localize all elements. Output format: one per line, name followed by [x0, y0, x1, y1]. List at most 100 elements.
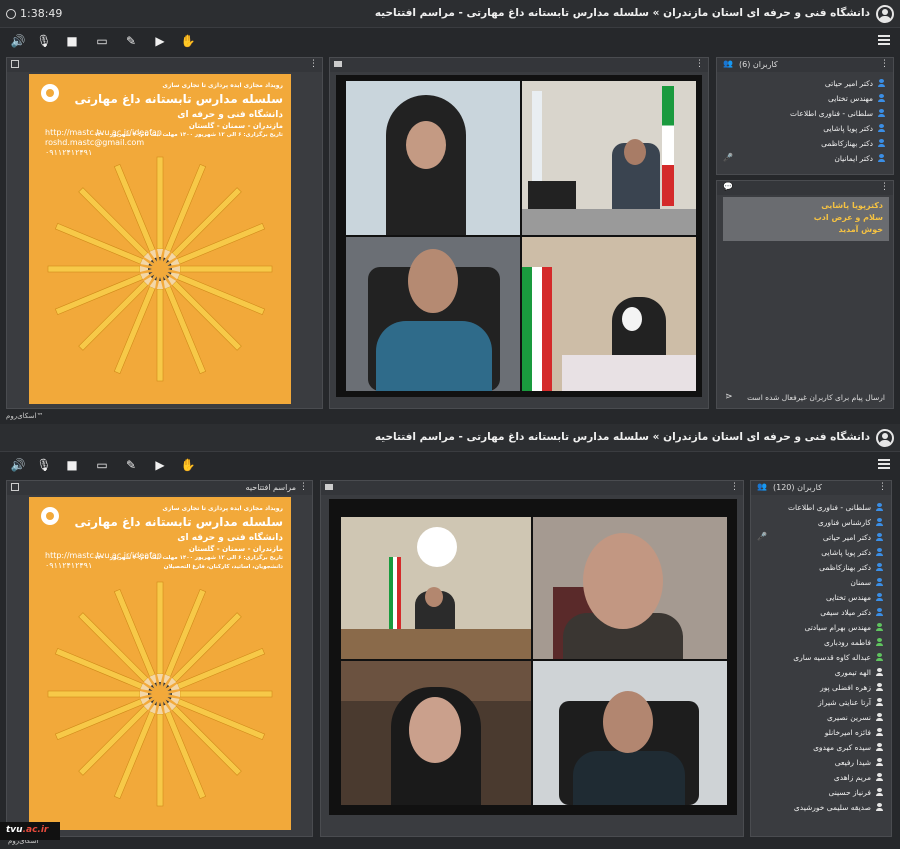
- camera-icon[interactable]: ■: [64, 457, 80, 473]
- mic-muted-icon[interactable]: 🎙: [36, 33, 52, 49]
- video-tile-3[interactable]: [341, 661, 531, 805]
- play-media-icon[interactable]: ▶: [152, 33, 168, 49]
- users-title: کاربران (120): [773, 483, 822, 492]
- pencils-illustration: [47, 581, 273, 807]
- user-name: مهندس بهرام سیادتی: [804, 623, 871, 632]
- mic-muted-icon[interactable]: 🎙: [36, 457, 52, 473]
- desk: [522, 209, 696, 235]
- presentation-icon: [11, 60, 19, 68]
- pencil-shape: [168, 690, 273, 698]
- user-row[interactable]: مهندس تختایی: [717, 91, 893, 106]
- poster-title: سلسله مدارس تابستانه داغ مهارتی: [74, 92, 283, 106]
- speaker-icon[interactable]: 🔊: [10, 33, 26, 49]
- pencil-shape: [47, 690, 152, 698]
- account-avatar-icon[interactable]: [876, 429, 894, 447]
- chat-icon: 💬: [723, 182, 733, 191]
- video-tile-1[interactable]: [346, 81, 520, 235]
- user-row[interactable]: صدیقه سلیمی خورشیدی: [751, 800, 891, 815]
- user-row[interactable]: سیده کبری مهدوی: [751, 740, 891, 755]
- user-row[interactable]: دکتر بهنازکاظمی: [751, 560, 891, 575]
- user-row[interactable]: دکتر میلاد سیفی: [751, 605, 891, 620]
- users-options-icon[interactable]: ⋮: [878, 482, 887, 492]
- user-icon: [876, 518, 883, 526]
- chat-panel: 💬 ⋮ دکترپویا پاشایی سلام و عرض ادب خوش آ…: [716, 180, 894, 409]
- university-logo-icon: [41, 84, 59, 102]
- video-tile-4[interactable]: [533, 661, 727, 805]
- user-row[interactable]: شیدا رفیعی: [751, 755, 891, 770]
- participant-4: [573, 751, 685, 805]
- user-icon: [876, 548, 883, 556]
- user-row[interactable]: آرتا عنایتی شیراز: [751, 695, 891, 710]
- breadcrumb[interactable]: دانشگاه فنی و حرفه ای استان مازندران » س…: [375, 431, 870, 443]
- user-row[interactable]: زهره افضلی پور: [751, 680, 891, 695]
- video-tile-2[interactable]: [533, 517, 727, 659]
- university-emblem: [417, 527, 457, 567]
- brush-icon[interactable]: ✎: [123, 33, 139, 49]
- play-media-icon[interactable]: ▶: [152, 457, 168, 473]
- user-name: آرتا عنایتی شیراز: [818, 698, 871, 707]
- poster-url: http://mastc.tvu.ac.ir/ideafan: [45, 128, 162, 137]
- user-row[interactable]: مهندس بهرام سیادتی: [751, 620, 891, 635]
- presentation-panel-header: مراسم افتتاحیه ⋮: [7, 481, 312, 495]
- user-icon: [876, 773, 883, 781]
- user-row[interactable]: فاطمه رودباری: [751, 635, 891, 650]
- pencil-shape: [156, 156, 164, 261]
- poster-subtitle: دانشگاه فنی و حرفه ای: [177, 533, 283, 543]
- user-row[interactable]: فائزه امیرخانلو: [751, 725, 891, 740]
- toolbar: 🔊 🎙 ■ ▭ ✎ ▶ ✋: [0, 454, 900, 478]
- video-tile-2[interactable]: [522, 81, 696, 235]
- user-name: سلطانی - فناوری اطلاعات: [788, 503, 871, 512]
- camera-icon[interactable]: ■: [64, 33, 80, 49]
- user-row[interactable]: الهه تیموری: [751, 665, 891, 680]
- user-row[interactable]: دکتر امیر حیاتی 🎤: [751, 530, 891, 545]
- screen-share-icon[interactable]: ▭: [94, 457, 110, 473]
- video-tile-4[interactable]: [522, 237, 696, 391]
- user-row[interactable]: سلطانی - فناوری اطلاعات: [751, 500, 891, 515]
- raise-hand-icon[interactable]: ✋: [180, 457, 196, 473]
- video-tile-3[interactable]: [346, 237, 520, 391]
- user-row[interactable]: سمنان: [751, 575, 891, 590]
- panel-options-icon[interactable]: ⋮: [309, 59, 318, 69]
- clock-icon: [6, 8, 16, 19]
- brush-icon[interactable]: ✎: [123, 457, 139, 473]
- user-row[interactable]: دکتر پویا پاشایی: [717, 121, 893, 136]
- user-row[interactable]: مهندس تختایی: [751, 590, 891, 605]
- video-options-icon[interactable]: ⋮: [695, 59, 704, 69]
- screen-share-icon[interactable]: ▭: [94, 33, 110, 49]
- users-list: سلطانی - فناوری اطلاعات کارشناس فناوری دکت…: [751, 500, 891, 815]
- user-row[interactable]: دکتر ایمانیان 🎤: [717, 151, 893, 166]
- presentation-title: مراسم افتتاحیه: [245, 483, 296, 492]
- user-icon: [878, 79, 885, 87]
- user-row[interactable]: فرنیاز حسینی: [751, 785, 891, 800]
- poster-top-line: رویداد مجازی ایده پردازی تا تجاری سازی: [162, 505, 283, 512]
- user-icon: [876, 788, 883, 796]
- user-row[interactable]: کارشناس فناوری: [751, 515, 891, 530]
- user-row[interactable]: نسرین نصیری: [751, 710, 891, 725]
- breadcrumb[interactable]: دانشگاه فنی و حرفه ای استان مازندران » س…: [375, 7, 870, 19]
- user-row[interactable]: سلطانی - فناوری اطلاعات: [717, 106, 893, 121]
- presentation-panel: مراسم افتتاحیه ⋮ رویداد مجازی ایده پرداز…: [6, 480, 313, 837]
- user-icon: [878, 109, 885, 117]
- speaker-icon[interactable]: 🔊: [10, 457, 26, 473]
- microphone-icon: 🎤: [723, 153, 733, 162]
- session-clock: 1:38:49: [6, 7, 62, 20]
- participant-2-face: [583, 533, 663, 629]
- user-row[interactable]: دکتر امیر حیاتی: [717, 76, 893, 91]
- share-icon[interactable]: ⋖: [725, 392, 733, 402]
- chat-input[interactable]: ارسال پیام برای کاربران غیرفعال شده است …: [717, 388, 893, 408]
- account-avatar-icon[interactable]: [876, 5, 894, 23]
- session-top: 1:38:49 دانشگاه فنی و حرفه ای استان مازن…: [0, 0, 900, 424]
- menu-icon[interactable]: [878, 459, 890, 469]
- user-row[interactable]: دکتر پویا پاشایی: [751, 545, 891, 560]
- user-row[interactable]: عبداله کاوه قدسیه ساری: [751, 650, 891, 665]
- chat-options-icon[interactable]: ⋮: [880, 182, 889, 192]
- menu-icon[interactable]: [878, 35, 890, 45]
- users-options-icon[interactable]: ⋮: [880, 59, 889, 69]
- raise-hand-icon[interactable]: ✋: [180, 33, 196, 49]
- user-icon: [876, 653, 883, 661]
- user-row[interactable]: مریم زاهدی: [751, 770, 891, 785]
- panel-options-icon[interactable]: ⋮: [299, 482, 308, 492]
- video-options-icon[interactable]: ⋮: [730, 482, 739, 492]
- user-row[interactable]: دکتر بهنازکاظمی: [717, 136, 893, 151]
- video-tile-1[interactable]: [341, 517, 531, 659]
